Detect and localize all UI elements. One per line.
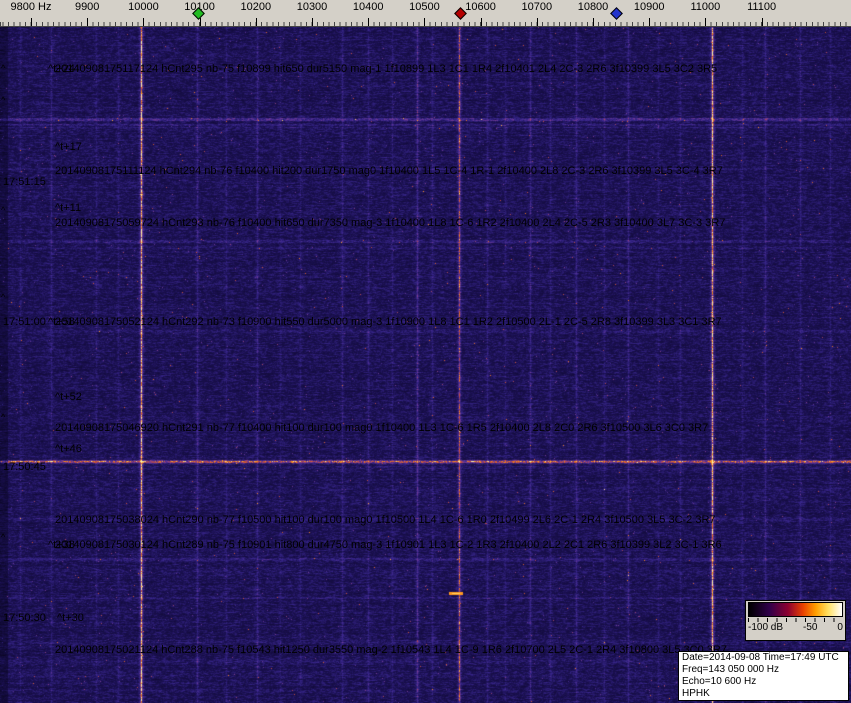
freq-tick-label: 11000 (690, 1, 721, 13)
spectrogram-app: 9800 Hz 9900 10000 10100 10200 10300 10400 1050… (0, 0, 851, 703)
major-tick (87, 18, 88, 26)
station-info-box: Date=2014-09-08 Time=17:49 UTC Freq=143 0… (678, 651, 849, 701)
freq-marker-blue-icon[interactable] (610, 7, 623, 20)
spectrogram-canvas (0, 27, 851, 703)
color-gradient-bar (748, 602, 843, 617)
major-tick (481, 18, 482, 26)
freq-tick-label: 10300 (296, 1, 328, 13)
major-tick (762, 18, 763, 26)
info-line: Freq=143 050 000 Hz (682, 664, 780, 675)
minor-tick-strip (0, 22, 851, 26)
freq-tick-label: 9800 Hz (10, 1, 52, 13)
major-tick (368, 18, 369, 26)
major-tick (312, 18, 313, 26)
major-tick (537, 18, 538, 26)
freq-tick-label: 10600 (465, 1, 496, 13)
major-tick (593, 18, 594, 26)
major-tick (31, 18, 32, 26)
legend-min-label: -100 dB (748, 622, 784, 633)
info-line: HPHK (682, 688, 710, 699)
info-line: Date=2014-09-08 Time=17:49 UTC (682, 652, 839, 663)
freq-tick-label: 10400 (352, 1, 384, 13)
db-color-legend: -100 dB -50 0 (745, 600, 846, 641)
legend-max-label: 0 (837, 622, 843, 633)
freq-tick-label: 9900 (74, 1, 100, 13)
frequency-scale: 9800 Hz 9900 10000 10100 10200 10300 10400 1050… (0, 0, 851, 27)
legend-mid-label: -50 (803, 622, 818, 633)
major-tick (424, 18, 425, 26)
major-tick (200, 18, 201, 26)
legend-labels: -100 dB -50 0 (748, 622, 843, 634)
freq-tick-label: 10900 (633, 1, 665, 13)
info-line: Echo=10 600 Hz (682, 676, 757, 687)
freq-tick-label: 10500 (409, 1, 440, 13)
major-tick (649, 18, 650, 26)
freq-tick-label: 10800 (577, 1, 609, 13)
freq-tick-label: 10200 (240, 1, 272, 13)
freq-tick-label: 10000 (128, 1, 159, 13)
major-tick (143, 18, 144, 26)
major-tick (256, 18, 257, 26)
freq-tick-label: 10700 (521, 1, 553, 13)
major-tick (705, 18, 706, 26)
freq-tick-label: 11100 (747, 1, 777, 13)
